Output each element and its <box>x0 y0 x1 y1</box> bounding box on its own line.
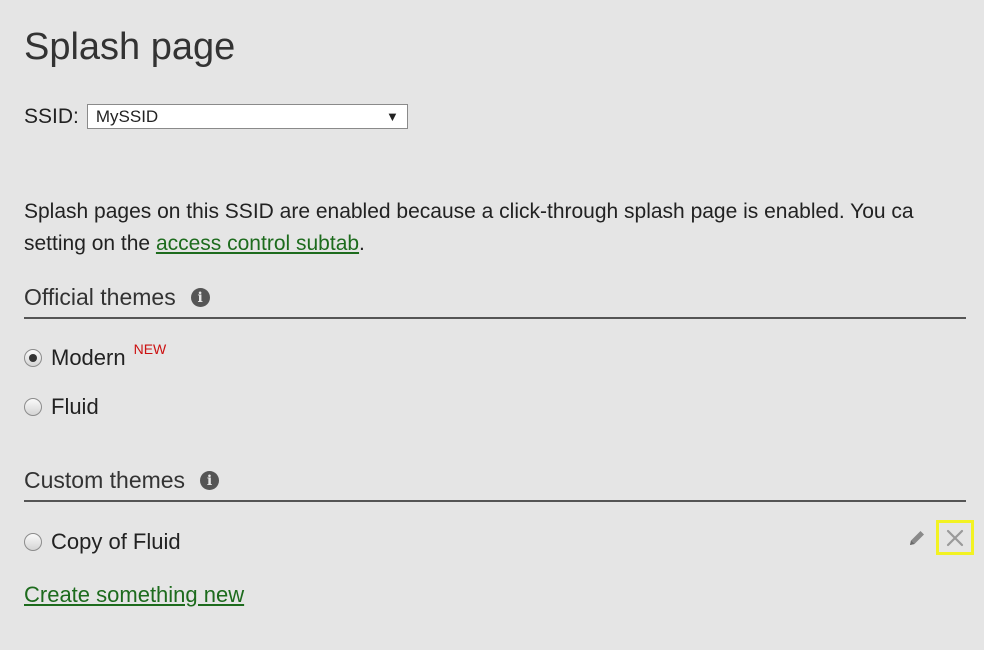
chevron-down-icon: ▼ <box>385 109 399 124</box>
custom-themes-title: Custom themes <box>24 467 186 493</box>
splash-page-settings: Splash page SSID: MySSID ▼ Splash pages … <box>0 0 984 650</box>
page-title: Splash page <box>24 26 236 68</box>
ssid-select[interactable]: MySSID ▼ <box>86 104 408 129</box>
close-icon[interactable] <box>936 520 974 555</box>
radio-selected-dot <box>29 354 37 362</box>
notice-line-1: Splash pages on this SSID are enabled be… <box>24 200 914 223</box>
ssid-select-value: MySSID <box>95 106 159 126</box>
create-something-new-link[interactable]: Create something new <box>24 582 244 608</box>
new-badge: NEW <box>133 341 167 357</box>
notice-line-2-text: setting on the <box>24 232 156 255</box>
notice-suffix: . <box>359 232 365 255</box>
official-themes-header: Official themes i <box>24 284 966 319</box>
access-control-link[interactable]: access control subtab <box>156 232 359 255</box>
info-icon[interactable]: i <box>200 471 220 490</box>
theme-option-copy-of-fluid[interactable]: Copy of Fluid <box>24 529 181 555</box>
radio-button-fluid[interactable] <box>24 398 42 416</box>
radio-button-copy-of-fluid[interactable] <box>24 533 42 551</box>
theme-option-fluid[interactable]: Fluid <box>24 394 99 420</box>
theme-option-modern[interactable]: Modern NEW <box>24 341 166 371</box>
theme-label-copy-of-fluid: Copy of Fluid <box>51 529 181 554</box>
info-icon[interactable]: i <box>190 288 210 307</box>
theme-label-modern: Modern <box>51 345 126 370</box>
radio-button-modern[interactable] <box>24 349 42 367</box>
custom-theme-actions <box>906 520 974 555</box>
pencil-icon[interactable] <box>906 527 928 549</box>
custom-themes-header: Custom themes i <box>24 467 966 502</box>
notice-line-2: setting on the access control subtab. <box>24 228 984 260</box>
official-themes-title: Official themes <box>24 284 176 310</box>
ssid-label: SSID: <box>24 104 79 128</box>
splash-notice: Splash pages on this SSID are enabled be… <box>24 196 984 260</box>
ssid-row: SSID: MySSID ▼ <box>24 104 408 129</box>
theme-label-fluid: Fluid <box>51 394 99 419</box>
